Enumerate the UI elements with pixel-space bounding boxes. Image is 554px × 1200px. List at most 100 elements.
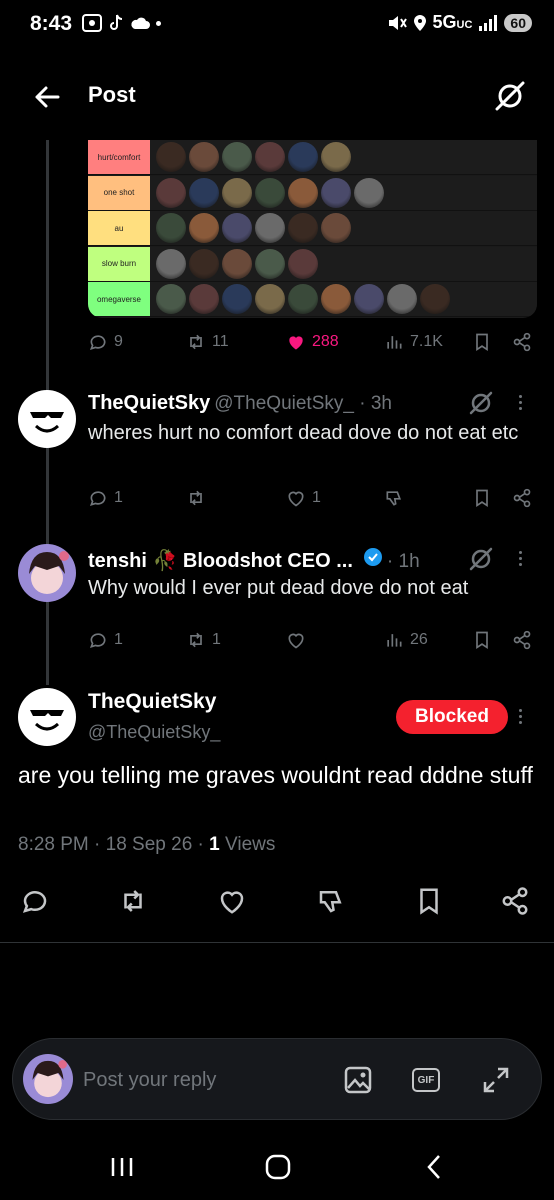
avatar[interactable] <box>18 544 76 602</box>
grok-button[interactable] <box>494 80 526 112</box>
repost-button[interactable]: 1 <box>186 630 221 650</box>
system-nav-bar <box>0 1140 554 1200</box>
reply-composer: GIF <box>12 1038 542 1120</box>
reply-button[interactable]: 1 <box>88 630 123 650</box>
arrow-left-icon <box>35 86 60 108</box>
image-icon <box>344 1066 372 1094</box>
character-icon <box>354 284 384 315</box>
more-options-button[interactable] <box>510 704 530 728</box>
blocked-button[interactable]: Blocked <box>396 700 508 734</box>
divider <box>0 942 554 943</box>
tier-row: slow burn <box>88 246 537 282</box>
character-icon <box>321 177 351 208</box>
character-icon <box>255 213 285 244</box>
more-options-button[interactable] <box>510 390 530 414</box>
tiktok-icon <box>110 14 123 30</box>
reply-text: wheres hurt no comfort dead dove do not … <box>88 422 519 444</box>
home-icon <box>265 1154 291 1180</box>
character-icon <box>156 142 186 172</box>
reply-button[interactable] <box>20 886 56 922</box>
gif-label: GIF <box>417 1074 435 1086</box>
character-icon <box>189 142 219 172</box>
character-icon <box>321 284 351 315</box>
views-button[interactable]: 26 <box>384 630 428 650</box>
share-button[interactable] <box>512 332 532 352</box>
grok-icon[interactable] <box>468 390 494 416</box>
character-icon <box>189 213 219 244</box>
bookmark-button[interactable] <box>414 886 450 922</box>
share-button[interactable] <box>512 630 532 650</box>
network-type: 5G <box>432 12 457 32</box>
reply-text: Why would I ever put dead dove do not ea… <box>88 577 469 599</box>
views-icon <box>387 336 402 349</box>
back-button[interactable] <box>32 82 62 112</box>
more-options-button[interactable] <box>510 546 530 570</box>
network-sub: UC <box>456 19 473 31</box>
grok-icon[interactable] <box>468 546 494 572</box>
reply-button[interactable]: 9 <box>88 332 123 352</box>
views-count: 7.1K <box>410 333 443 350</box>
like-button[interactable]: 1 <box>286 488 321 508</box>
repost-button[interactable]: 11 <box>186 332 229 352</box>
downvote-button[interactable] <box>384 488 404 508</box>
sunglasses-face-icon <box>30 412 64 433</box>
bookmark-icon <box>476 489 488 508</box>
signal-icon <box>479 14 498 31</box>
tier-label: hurt/comfort <box>88 140 150 174</box>
bookmark-button[interactable] <box>472 488 492 508</box>
display-name[interactable]: TheQuietSky <box>88 690 216 714</box>
repost-icon <box>190 490 202 506</box>
repost-button[interactable] <box>118 886 154 922</box>
character-icon <box>288 213 318 244</box>
character-icon <box>354 177 384 208</box>
character-icon <box>222 284 252 315</box>
downvote-button[interactable] <box>316 886 352 922</box>
reply-input[interactable] <box>83 1065 323 1095</box>
tier-list-image[interactable]: hurt/comfort one shot au slow burn omegavers… <box>88 140 537 318</box>
like-button[interactable]: 288 <box>286 332 339 352</box>
system-back-button[interactable] <box>414 1152 454 1182</box>
share-icon <box>513 630 531 650</box>
avatar[interactable] <box>18 688 76 746</box>
character-icon <box>189 177 219 208</box>
reply-count: 1 <box>114 489 123 506</box>
views-icon <box>387 634 402 647</box>
display-name[interactable]: tenshi 🥀 Bloodshot CEO ... <box>88 548 353 573</box>
character-icon <box>288 248 318 279</box>
post-text: are you telling me graves wouldnt read d… <box>18 762 533 788</box>
recent-apps-button[interactable] <box>102 1152 142 1182</box>
character-icon <box>321 213 351 244</box>
bookmark-button[interactable] <box>472 332 492 352</box>
reply-button[interactable]: 1 <box>88 488 123 508</box>
repost-button[interactable] <box>186 488 206 508</box>
handle[interactable]: @TheQuietSky_ <box>88 722 220 743</box>
gif-button[interactable]: GIF <box>409 1063 443 1097</box>
repost-count: 1 <box>212 631 221 648</box>
heart-filled-icon <box>289 336 303 350</box>
character-icon <box>222 142 252 172</box>
image-button[interactable] <box>341 1063 375 1097</box>
share-button[interactable] <box>512 488 532 508</box>
home-button[interactable] <box>258 1152 298 1182</box>
reply-icon <box>89 335 106 350</box>
display-name[interactable]: TheQuietSky <box>88 392 210 415</box>
like-button[interactable] <box>286 630 306 650</box>
post-meta: 8:28 PM · 18 Sep 26 · 1 Views <box>18 834 275 856</box>
grok-icon <box>495 81 525 111</box>
character-icon <box>222 177 252 208</box>
expand-button[interactable] <box>479 1063 513 1097</box>
avatar[interactable] <box>18 390 76 448</box>
handle[interactable]: @TheQuietSky_ · 3h <box>214 393 392 415</box>
like-button[interactable] <box>217 886 253 922</box>
views-button[interactable]: 7.1K <box>384 332 443 352</box>
post-timestamp: 8:28 PM · 18 Sep 26 · <box>18 834 210 855</box>
tier-row: au <box>88 211 537 247</box>
heart-icon <box>220 891 244 914</box>
status-bar: 8:43 5GUC 60 <box>0 0 554 52</box>
bookmark-button[interactable] <box>472 630 492 650</box>
avatar[interactable] <box>23 1054 73 1104</box>
views-label: Views <box>219 834 276 855</box>
share-icon <box>513 332 531 352</box>
tier-row: hurt/comfort <box>88 140 537 175</box>
share-button[interactable] <box>500 886 536 922</box>
